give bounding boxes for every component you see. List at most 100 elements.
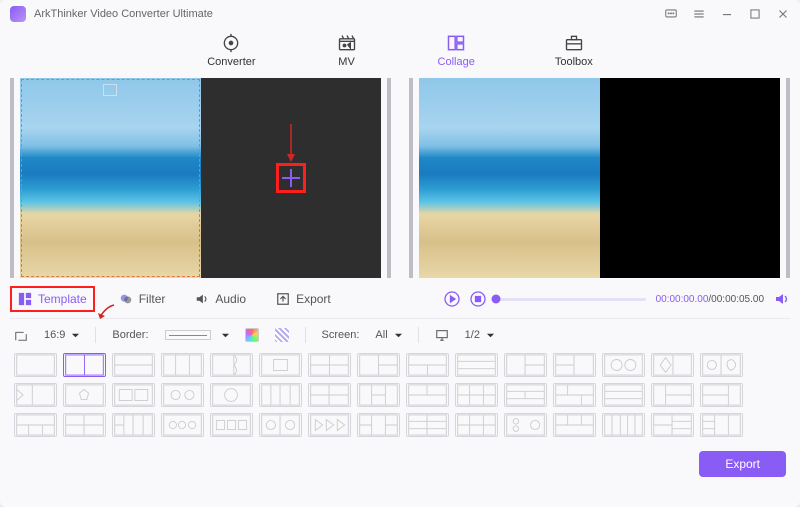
template-thumb[interactable]	[210, 353, 253, 377]
ratio-icon	[14, 328, 28, 342]
template-thumb[interactable]	[553, 413, 596, 437]
nav-toolbox[interactable]: Toolbox	[555, 34, 593, 68]
menu-icon[interactable]	[692, 7, 706, 21]
nav-converter[interactable]: Converter	[207, 34, 255, 68]
template-thumb[interactable]	[406, 413, 449, 437]
screen-dropdown[interactable]: All	[375, 329, 401, 341]
template-thumb[interactable]	[504, 383, 547, 407]
template-thumb[interactable]	[63, 353, 106, 377]
close-icon[interactable]	[776, 7, 790, 21]
chevron-down-icon	[394, 331, 402, 339]
template-thumb[interactable]	[553, 383, 596, 407]
template-options-row: 16:9 Border: Screen: All 1/2	[0, 319, 800, 349]
template-thumb[interactable]	[63, 413, 106, 437]
template-thumb[interactable]	[406, 353, 449, 377]
add-media-button[interactable]	[276, 163, 306, 193]
template-thumb[interactable]	[357, 353, 400, 377]
template-thumb[interactable]	[651, 383, 694, 407]
monitor-icon	[435, 328, 449, 342]
template-thumb[interactable]	[602, 353, 645, 377]
tab-template[interactable]: Template	[10, 286, 95, 312]
tool-tabs-row: Template Filter Audio Export	[0, 278, 800, 312]
tab-audio[interactable]: Audio	[189, 288, 252, 310]
template-thumb[interactable]	[14, 353, 57, 377]
tab-export[interactable]: Export	[270, 288, 337, 310]
template-thumb[interactable]	[602, 413, 645, 437]
template-thumb[interactable]	[308, 413, 351, 437]
maximize-icon[interactable]	[748, 7, 762, 21]
template-icon	[18, 292, 32, 306]
nav-label: Converter	[207, 56, 255, 68]
template-thumb[interactable]	[112, 383, 155, 407]
preview-left-handle[interactable]	[409, 78, 413, 278]
mid-edge-handle[interactable]	[387, 78, 391, 278]
template-thumb[interactable]	[259, 383, 302, 407]
template-thumb[interactable]	[161, 353, 204, 377]
template-thumb[interactable]	[602, 383, 645, 407]
template-thumb[interactable]	[406, 383, 449, 407]
volume-button[interactable]	[774, 291, 790, 307]
template-thumb[interactable]	[455, 353, 498, 377]
nav-mv[interactable]: MV	[336, 34, 358, 68]
template-thumb[interactable]	[259, 413, 302, 437]
template-thumb[interactable]	[553, 353, 596, 377]
converter-icon	[220, 34, 242, 52]
export-button[interactable]: Export	[699, 451, 786, 477]
template-thumb[interactable]	[651, 353, 694, 377]
template-thumb[interactable]	[308, 353, 351, 377]
template-thumb[interactable]	[700, 413, 743, 437]
template-thumb[interactable]	[63, 383, 106, 407]
template-thumb[interactable]	[210, 383, 253, 407]
preview-slot-2	[600, 78, 781, 278]
collage-editor[interactable]	[20, 78, 381, 278]
template-thumb[interactable]	[14, 383, 57, 407]
border-pattern-picker[interactable]	[275, 328, 289, 342]
toolbox-icon	[563, 34, 585, 52]
tab-filter[interactable]: Filter	[113, 288, 172, 310]
export-icon	[276, 292, 290, 306]
drag-handle-icon[interactable]	[103, 84, 117, 96]
template-thumb[interactable]	[259, 353, 302, 377]
template-thumb[interactable]	[504, 353, 547, 377]
preview-right-handle[interactable]	[786, 78, 790, 278]
play-button[interactable]	[444, 291, 460, 307]
template-thumb[interactable]	[308, 383, 351, 407]
template-grid	[0, 349, 800, 445]
screen-label: Screen:	[322, 329, 360, 341]
app-logo-icon	[10, 6, 26, 22]
template-thumb[interactable]	[161, 383, 204, 407]
template-thumb[interactable]	[112, 413, 155, 437]
tab-label: Filter	[139, 292, 166, 306]
template-thumb[interactable]	[700, 353, 743, 377]
template-thumb[interactable]	[651, 413, 694, 437]
border-color-picker[interactable]	[245, 328, 259, 342]
annotation-arrow-2-icon	[96, 303, 116, 328]
nav-label: Toolbox	[555, 56, 593, 68]
feedback-icon[interactable]	[664, 7, 678, 21]
template-thumb[interactable]	[14, 413, 57, 437]
nav-collage[interactable]: Collage	[438, 34, 475, 68]
border-label: Border:	[112, 329, 148, 341]
template-thumb[interactable]	[455, 383, 498, 407]
collage-slot-2[interactable]	[201, 78, 382, 278]
template-thumb[interactable]	[700, 383, 743, 407]
split-dropdown[interactable]: 1/2	[465, 329, 494, 341]
border-line-preview	[165, 330, 211, 340]
border-style-dropdown[interactable]	[165, 330, 229, 340]
aspect-ratio-dropdown[interactable]: 16:9	[44, 329, 79, 341]
template-thumb[interactable]	[357, 413, 400, 437]
chevron-down-icon	[221, 331, 229, 339]
playback-slider[interactable]	[496, 298, 646, 301]
minimize-icon[interactable]	[720, 7, 734, 21]
template-thumb[interactable]	[112, 353, 155, 377]
template-thumb[interactable]	[357, 383, 400, 407]
app-window: ArkThinker Video Converter Ultimate	[0, 0, 800, 507]
chevron-down-icon	[486, 331, 494, 339]
template-thumb[interactable]	[161, 413, 204, 437]
collage-slot-1[interactable]	[20, 78, 201, 278]
template-thumb[interactable]	[210, 413, 253, 437]
left-edge-handle[interactable]	[10, 78, 14, 278]
stop-button[interactable]	[470, 291, 486, 307]
template-thumb[interactable]	[455, 413, 498, 437]
template-thumb[interactable]	[504, 413, 547, 437]
